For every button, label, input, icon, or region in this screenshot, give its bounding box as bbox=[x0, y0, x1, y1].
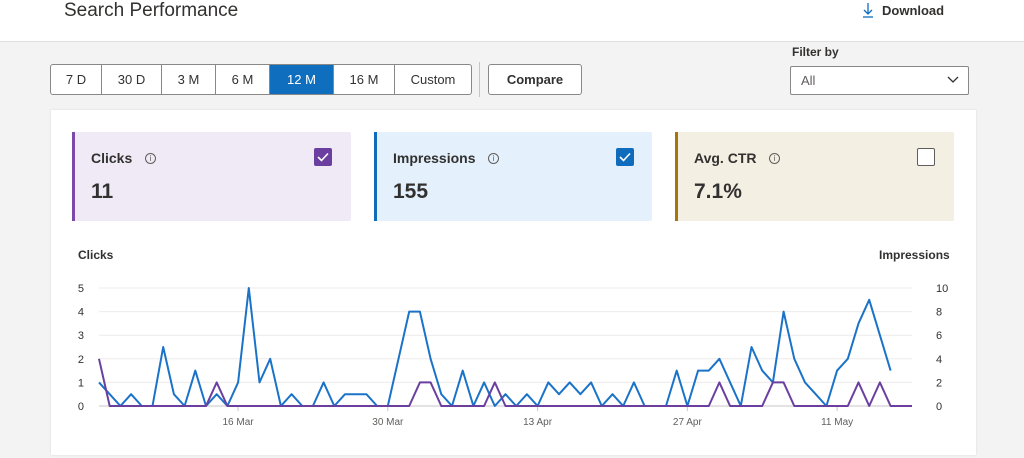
right-tick-label: 0 bbox=[936, 401, 942, 413]
x-tick-label: 11 May bbox=[821, 417, 853, 428]
left-tick-label: 5 bbox=[78, 283, 84, 295]
right-tick-label: 6 bbox=[936, 330, 942, 342]
left-tick-label: 0 bbox=[78, 401, 84, 413]
x-tick-label: 13 Apr bbox=[523, 417, 553, 428]
right-tick-label: 2 bbox=[936, 377, 942, 389]
series-line-impressions bbox=[98, 287, 892, 407]
left-tick-label: 3 bbox=[78, 330, 84, 342]
right-tick-label: 4 bbox=[936, 354, 942, 366]
performance-chart: 0 1 2 3 4 5 0 2 4 6 8 10 16 Mar 30 Mar 13 Apr 27 Apr 11 … bbox=[78, 283, 948, 428]
left-tick-label: 4 bbox=[78, 307, 84, 319]
x-tick-label: 30 Mar bbox=[372, 417, 404, 428]
right-tick-label: 8 bbox=[936, 307, 942, 319]
x-tick-label: 27 Apr bbox=[673, 417, 703, 428]
left-tick-label: 1 bbox=[78, 377, 84, 389]
left-tick-label: 2 bbox=[78, 354, 84, 366]
x-tick-label: 16 Mar bbox=[223, 417, 255, 428]
right-tick-label: 10 bbox=[936, 283, 948, 295]
